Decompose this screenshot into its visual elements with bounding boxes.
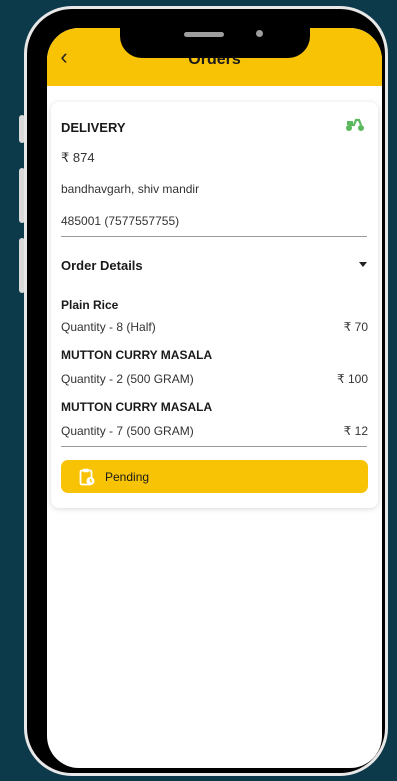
camera xyxy=(256,30,263,37)
item-name: MUTTON CURRY MASALA xyxy=(61,400,213,414)
divider xyxy=(61,446,367,447)
scooter-icon xyxy=(346,118,364,131)
order-type: DELIVERY xyxy=(61,120,126,135)
item-price: ₹ 70 xyxy=(343,320,368,334)
order-card: DELIVERY ₹ 874 bandhavgarh, shiv mandir … xyxy=(51,102,378,508)
item-price: ₹ 100 xyxy=(337,372,368,386)
speaker xyxy=(184,32,224,37)
phone-screen: ‹ Orders DELIVERY ₹ 874 bandhavgarh, shi… xyxy=(47,28,382,768)
divider xyxy=(61,236,367,237)
phone-notch xyxy=(120,18,310,58)
item-quantity: Quantity - 2 (500 GRAM) xyxy=(61,372,194,386)
item-price: ₹ 12 xyxy=(343,424,368,438)
item-quantity: Quantity - 7 (500 GRAM) xyxy=(61,424,194,438)
order-postal-phone: 485001 (7577557755) xyxy=(61,214,180,228)
item-quantity: Quantity - 8 (Half) xyxy=(61,320,156,334)
caret-down-icon[interactable] xyxy=(359,262,367,267)
status-badge[interactable]: Pending xyxy=(61,460,368,493)
status-label: Pending xyxy=(105,470,150,484)
order-amount: ₹ 874 xyxy=(61,150,95,165)
item-name: MUTTON CURRY MASALA xyxy=(61,348,213,362)
item-name: Plain Rice xyxy=(61,298,119,312)
order-details-heading[interactable]: Order Details xyxy=(61,258,143,273)
clipboard-clock-icon xyxy=(79,468,95,486)
order-address: bandhavgarh, shiv mandir xyxy=(61,182,200,196)
